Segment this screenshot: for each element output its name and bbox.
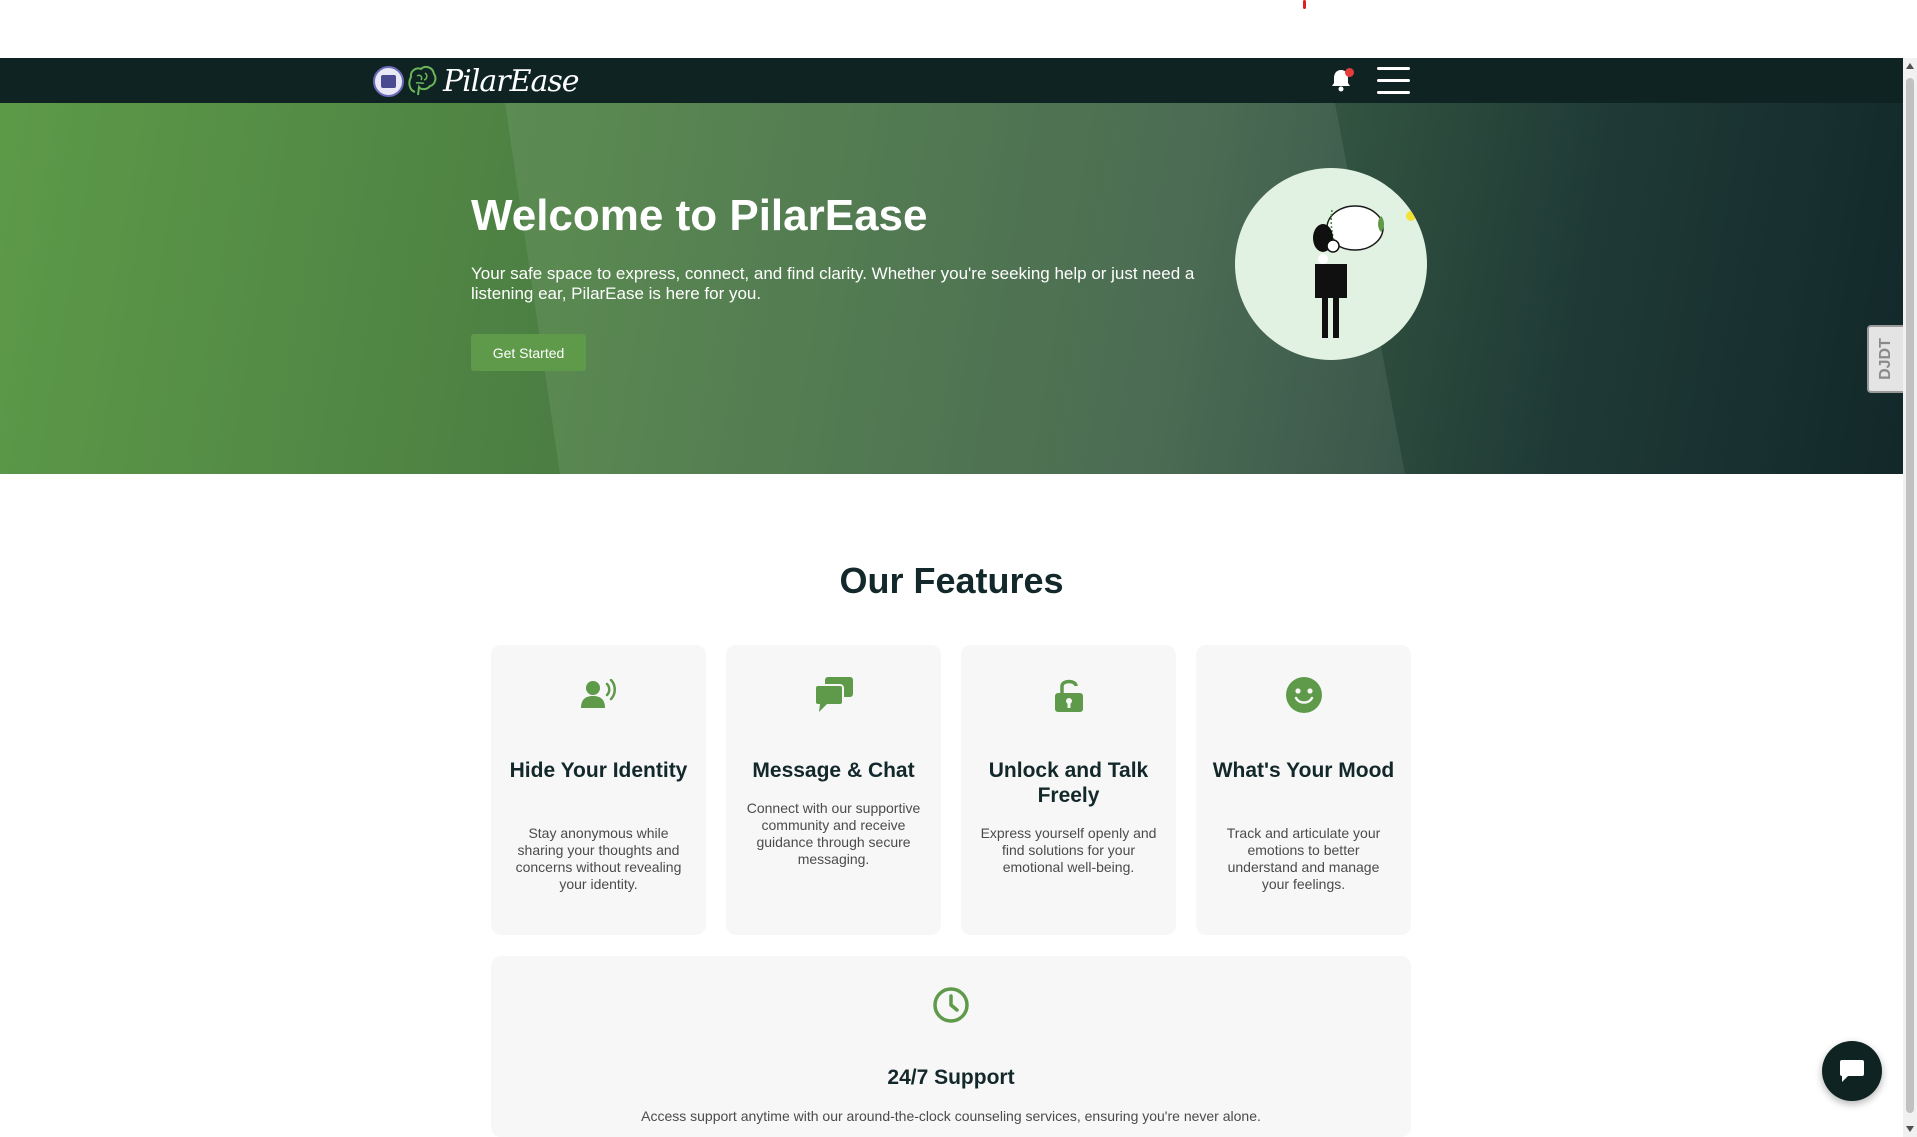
feature-description: Connect with our supportive community an… <box>746 800 921 867</box>
debug-toolbar-label: DJDT <box>1877 338 1894 380</box>
hamburger-menu-icon[interactable] <box>1377 67 1410 94</box>
notification-badge <box>1345 68 1354 77</box>
clock-icon <box>933 987 969 1023</box>
get-started-button[interactable]: Get Started <box>471 334 586 371</box>
support-title: 24/7 Support <box>887 1066 1015 1089</box>
feature-card-mood: What's Your Mood Track and articulate yo… <box>1196 645 1411 935</box>
chat-bubbles-icon <box>814 677 853 712</box>
indicator-dot <box>1303 0 1306 9</box>
school-seal-icon <box>373 65 404 97</box>
logo[interactable]: PilarEase <box>373 62 580 100</box>
hero-section: Welcome to PilarEase Your safe space to … <box>0 103 1903 474</box>
smile-icon <box>1285 677 1322 713</box>
debug-toolbar-tab[interactable]: DJDT <box>1867 325 1903 393</box>
support-description: Access support anytime with our around-t… <box>641 1108 1261 1124</box>
navbar: PilarEase <box>0 58 1903 103</box>
scroll-down-arrow-icon[interactable] <box>1906 1126 1914 1132</box>
chat-widget-button[interactable] <box>1822 1041 1882 1101</box>
chat-icon <box>1840 1060 1864 1082</box>
feature-description: Track and articulate your emotions to be… <box>1226 825 1381 892</box>
scrollbar-thumb[interactable] <box>1906 78 1914 1113</box>
feature-card-hide-identity: Hide Your Identity Stay anonymous while … <box>491 645 706 935</box>
hero-illustration <box>1235 168 1427 360</box>
support-card: 24/7 Support Access support anytime with… <box>491 956 1411 1137</box>
page-scrollbar[interactable] <box>1903 58 1917 1137</box>
unlock-icon <box>1054 679 1083 712</box>
feature-title: What's Your Mood <box>1212 759 1395 782</box>
browser-top-strip <box>0 0 1903 58</box>
brain-logo-icon <box>408 65 437 96</box>
feature-description: Stay anonymous while sharing your though… <box>515 825 682 892</box>
feature-title: Unlock and Talk Freely <box>988 759 1149 807</box>
scroll-up-arrow-icon[interactable] <box>1906 63 1914 69</box>
feature-card-message-chat: Message & Chat Connect with our supporti… <box>726 645 941 935</box>
notification-button[interactable] <box>1330 68 1354 92</box>
feature-title: Hide Your Identity <box>509 759 688 782</box>
logo-text: PilarEase <box>443 63 580 99</box>
feature-description: Express yourself openly and find solutio… <box>980 825 1157 875</box>
hero-title: Welcome to PilarEase <box>471 191 928 240</box>
feature-card-unlock-talk: Unlock and Talk Freely Express yourself … <box>961 645 1176 935</box>
features-heading: Our Features <box>839 560 1064 601</box>
speaking-person-icon <box>580 679 616 708</box>
feature-title: Message & Chat <box>752 759 915 782</box>
hero-subtitle: Your safe space to express, connect, and… <box>471 264 1195 303</box>
